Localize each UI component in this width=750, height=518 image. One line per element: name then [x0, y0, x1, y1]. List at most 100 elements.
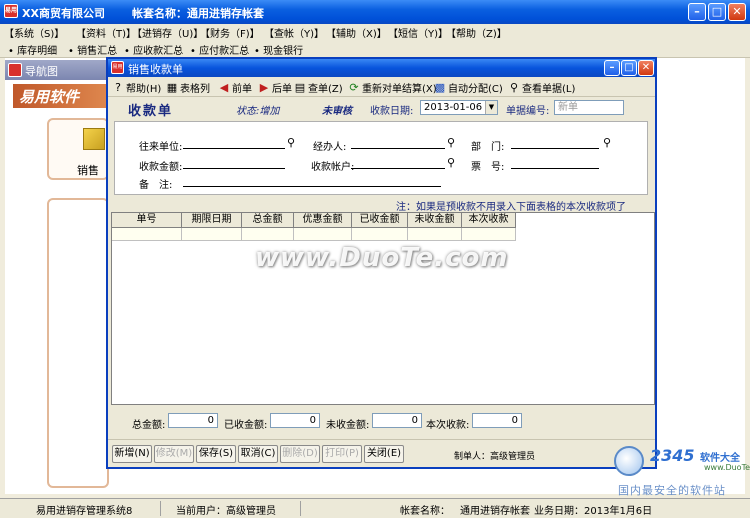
next-bill-tool[interactable]: ▶ 后单 — [258, 80, 292, 95]
save-button[interactable]: 保存(S) — [196, 445, 236, 463]
watermark: www.DuoTe.com — [255, 243, 509, 273]
print-button[interactable]: 打印(P) — [322, 445, 362, 463]
grid-cell[interactable] — [352, 228, 408, 241]
receipt-heading: 收款单 — [128, 104, 174, 119]
statusbar: 易用进销存管理系统8 当前用户：高级管理员 帐套名称： 通用进销存帐套 业务日期… — [0, 498, 750, 518]
prev-bill-tool[interactable]: ◀ 前单 — [218, 80, 252, 95]
handler-lookup-icon[interactable]: ⚲ — [447, 136, 455, 149]
brand-slogan: 国内最安全的软件站 — [618, 484, 726, 497]
customer-lookup-icon[interactable]: ⚲ — [287, 136, 295, 149]
account-field[interactable] — [351, 168, 445, 169]
menu-assist[interactable]: 【辅助（X)】 — [326, 25, 387, 40]
ticket-field[interactable] — [511, 168, 599, 169]
menu-system[interactable]: 【系统（S)】 — [4, 25, 64, 40]
receipt-maximize-button[interactable]: □ — [621, 60, 637, 76]
menu-data[interactable]: 【资料（T)】 — [76, 25, 136, 40]
brand-url: www.DuoTe.com — [704, 463, 750, 472]
amount-field[interactable] — [183, 168, 285, 169]
status-system: 易用进销存管理系统8 — [36, 506, 133, 517]
receipt-minimize-button[interactable]: – — [604, 60, 620, 76]
grid-cell[interactable] — [462, 228, 516, 241]
close-button[interactable]: ✕ — [728, 3, 746, 21]
grid-header-discount[interactable]: 优惠金额 — [294, 213, 352, 228]
status-user: 当前用户：高级管理员 — [176, 506, 276, 517]
grid-cell[interactable] — [112, 228, 182, 241]
menu-purchase-sales-stock[interactable]: 【进销存（U)】 — [132, 25, 203, 40]
grid-header-received[interactable]: 已收金额 — [352, 213, 408, 228]
status-account-label: 帐套名称： — [400, 506, 450, 517]
delete-button[interactable]: 删除(D) — [280, 445, 320, 463]
columns-tool[interactable]: ▦ 表格列 — [166, 80, 210, 95]
received-label: 已收金额: — [224, 420, 268, 431]
nav-banner: 易用软件 — [13, 84, 113, 108]
grid-cell[interactable] — [408, 228, 462, 241]
close-dialog-button[interactable]: 关闭(E) — [364, 445, 404, 463]
current-amount-field[interactable]: 0 — [472, 413, 522, 428]
amount-label: 收款金额: — [139, 162, 183, 173]
menu-help[interactable]: 【帮助（Z)】 — [446, 25, 507, 40]
nav-title: 导航图 — [25, 65, 58, 78]
current-label: 本次收款: — [426, 420, 470, 431]
chevron-down-icon[interactable]: ▼ — [485, 101, 497, 114]
nav-sales-card[interactable]: 销售 — [47, 118, 109, 180]
unreceived-amount-field[interactable]: 0 — [372, 413, 422, 428]
receipt-close-button[interactable]: ✕ — [638, 60, 654, 76]
customer-field[interactable] — [183, 148, 285, 149]
prepayment-note: 注：如果是预收款不用录入下面表格的本次收款项了 — [396, 202, 626, 213]
date-value: 2013-01-06 — [424, 102, 483, 113]
cancel-button[interactable]: 取消(C) — [238, 445, 278, 463]
maximize-button[interactable]: □ — [708, 3, 726, 21]
menubar: 【系统（S)】 【资料（T)】 【进销存（U)】 【财务（F)】 【查帐（Y)】… — [0, 24, 750, 40]
date-label: 收款日期: — [370, 106, 414, 117]
grid-cell[interactable] — [182, 228, 242, 241]
grid-header-total[interactable]: 总金额 — [242, 213, 294, 228]
help-tool[interactable]: ? 帮助(H) — [112, 80, 161, 95]
date-picker[interactable]: 2013-01-06 ▼ — [420, 100, 498, 115]
dept-field[interactable] — [511, 148, 599, 149]
dept-lookup-icon[interactable]: ⚲ — [603, 136, 611, 149]
customer-label: 往来单位: — [139, 142, 183, 153]
total-amount-field[interactable]: 0 — [168, 413, 218, 428]
menu-sms[interactable]: 【短信（Y)】 — [388, 25, 448, 40]
received-amount-field[interactable]: 0 — [270, 413, 320, 428]
memo-field[interactable] — [183, 186, 441, 187]
quick-sales-summary[interactable]: • 销售汇总 — [68, 42, 117, 57]
resettle-icon: ⟳ — [349, 81, 359, 94]
account-label: 收款帐户: — [311, 162, 355, 173]
receipt-app-icon: 易用 — [111, 61, 124, 74]
grid-cell[interactable] — [294, 228, 352, 241]
receipt-grid[interactable]: 单号 期限日期 总金额 优惠金额 已收金额 未收金额 本次收款 — [111, 212, 655, 405]
receipt-title: 销售收款单 — [128, 63, 183, 76]
quick-payable-summary[interactable]: • 应付款汇总 — [190, 42, 249, 57]
account-lookup-icon[interactable]: ⚲ — [447, 156, 455, 169]
handler-label: 经办人: — [313, 142, 347, 153]
status-separator — [300, 501, 301, 516]
grid-cell[interactable] — [242, 228, 294, 241]
grid-header-unreceived[interactable]: 未收金额 — [408, 213, 462, 228]
auto-allocate-tool[interactable]: ▩ 自动分配(C) — [434, 80, 503, 95]
quick-cash-bank[interactable]: • 现金银行 — [254, 42, 303, 57]
grid-header-current[interactable]: 本次收款 — [462, 213, 516, 228]
menu-finance[interactable]: 【财务（F)】 — [200, 25, 260, 40]
edit-button[interactable]: 修改(M) — [154, 445, 194, 463]
quickbar: • 库存明细 • 销售汇总 • 应收款汇总 • 应付款汇总 • 现金银行 — [0, 40, 750, 58]
status-account-value: 通用进销存帐套 — [460, 506, 530, 517]
find-bill-tool[interactable]: ▤ 查单(Z) — [294, 80, 343, 95]
quick-receivable-summary[interactable]: • 应收款汇总 — [124, 42, 183, 57]
grid-header-due-date[interactable]: 期限日期 — [182, 213, 242, 228]
receipt-totals: 总金额: 0 已收金额: 0 未收金额: 0 本次收款: 0 — [108, 411, 655, 433]
nav-module-card[interactable] — [47, 198, 109, 488]
handler-field[interactable] — [351, 148, 445, 149]
total-label: 总金额: — [132, 420, 166, 431]
add-button[interactable]: 新增(N) — [112, 445, 152, 463]
view-bills-tool[interactable]: ⚲ 查看单据(L) — [508, 80, 575, 95]
table-columns-icon: ▦ — [166, 81, 178, 94]
minimize-button[interactable]: – — [688, 3, 706, 21]
billno-field[interactable]: 新单 — [554, 100, 624, 115]
quick-inventory-detail[interactable]: • 库存明细 — [8, 42, 57, 57]
grid-header-billno[interactable]: 单号 — [112, 213, 182, 228]
resettle-tool[interactable]: ⟳ 重新对单结算(X) — [348, 80, 436, 95]
nav-titlebar: 导航图 — [5, 60, 115, 80]
audit-label: 未审核 — [322, 106, 352, 117]
menu-audit[interactable]: 【查帐（Y)】 — [264, 25, 324, 40]
